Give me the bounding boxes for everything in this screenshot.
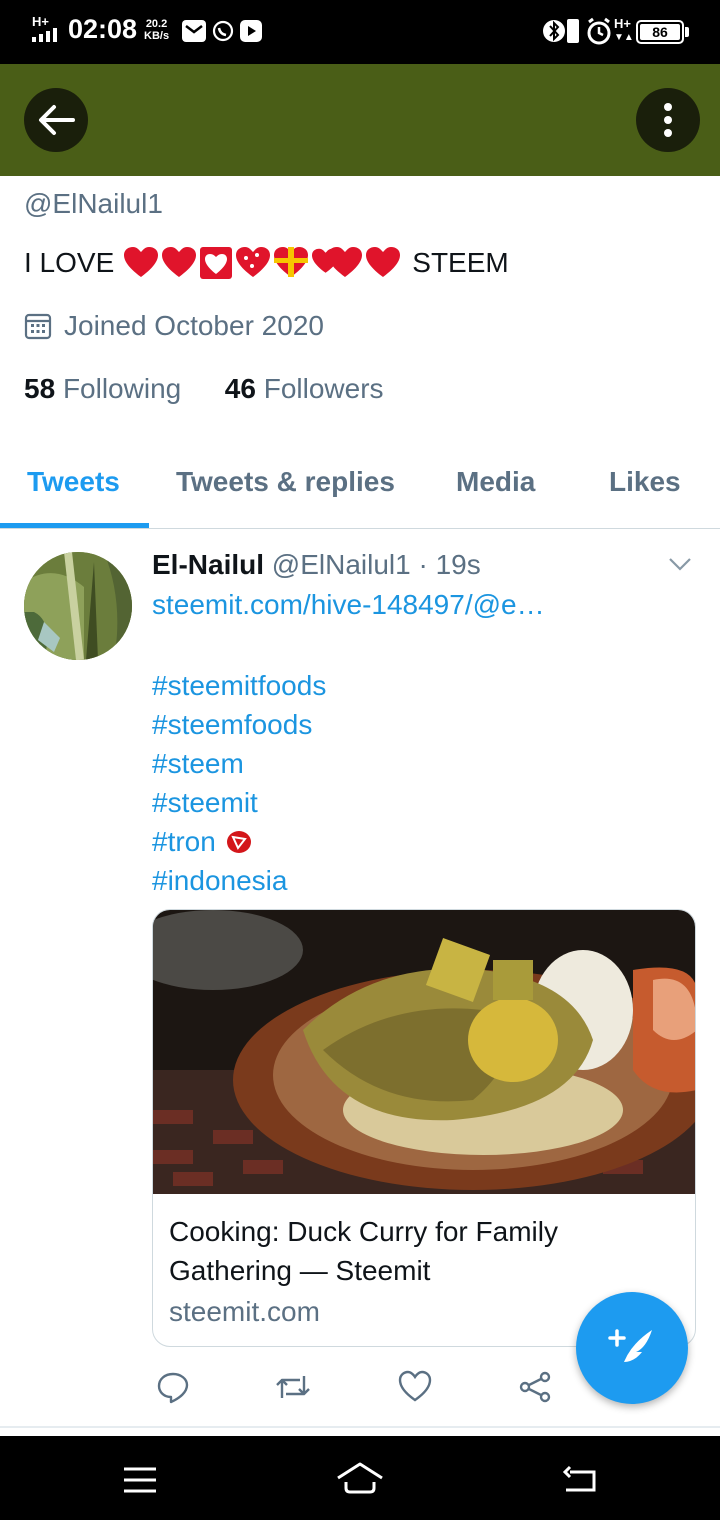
joined-date: Joined October 2020 — [24, 310, 324, 342]
home-icon[interactable] — [336, 1460, 384, 1496]
profile-header — [0, 64, 720, 176]
following-link[interactable]: 58 Following — [24, 373, 181, 404]
retweet-icon[interactable] — [274, 1370, 312, 1404]
tweet-author-name[interactable]: El-Nailul — [152, 549, 264, 580]
avatar[interactable] — [24, 552, 132, 660]
battery: 86 — [636, 20, 684, 44]
hashtag[interactable]: #indonesia — [152, 861, 326, 900]
tweet-divider — [0, 1426, 720, 1428]
battery-tip — [685, 27, 689, 37]
alarm-icon — [587, 17, 611, 45]
profile-tabs: Tweets Tweets & replies Media Likes — [0, 436, 720, 529]
bio-text-end: STEEM — [412, 247, 509, 278]
like-icon[interactable] — [398, 1370, 432, 1404]
back-nav-icon[interactable] — [562, 1464, 598, 1496]
whatsapp-icon — [212, 20, 234, 42]
profile-bio: I LOVE STEEM — [24, 246, 509, 280]
follow-stats: 58 Following 46 Followers — [24, 373, 384, 405]
hashtag[interactable]: #steem — [152, 744, 326, 783]
back-button[interactable] — [24, 88, 88, 152]
tab-tweets-replies[interactable]: Tweets & replies — [176, 466, 395, 498]
tron-icon — [226, 830, 251, 853]
compose-icon — [608, 1329, 652, 1368]
followers-link[interactable]: 46 Followers — [225, 373, 384, 404]
profile-handle: @ElNailul1 — [24, 188, 163, 219]
card-title: Cooking: Duck Curry for Family Gathering… — [169, 1216, 558, 1286]
hashtag[interactable]: #steemfoods — [152, 705, 326, 744]
active-tab-indicator — [0, 523, 149, 528]
hearts-icon — [124, 247, 401, 279]
reply-icon[interactable] — [156, 1370, 190, 1404]
tweet-hashtags: #steemitfoods #steemfoods #steem #steemi… — [152, 666, 326, 900]
menu-icon[interactable] — [122, 1466, 158, 1494]
joined-text: Joined October 2020 — [64, 310, 324, 341]
network-indicator: H+ — [32, 15, 58, 44]
bluetooth-icon — [543, 20, 565, 42]
clock: 02:08 — [68, 14, 138, 44]
status-bar: H+ 02:08 20.2 KB/s H+ ▼▲ 86 — [0, 0, 720, 64]
chevron-down-icon[interactable] — [668, 556, 692, 572]
link-card[interactable]: Cooking: Duck Curry for Family Gathering… — [152, 909, 696, 1347]
hashtag[interactable]: #tron — [152, 822, 326, 861]
more-options-button[interactable] — [636, 88, 700, 152]
mail-icon — [182, 20, 206, 42]
card-domain: steemit.com — [169, 1296, 320, 1327]
signal-icon — [32, 28, 57, 42]
tab-tweets[interactable]: Tweets — [27, 466, 120, 498]
system-nav-bar — [0, 1436, 720, 1520]
vibrate-icon — [567, 19, 579, 43]
tweet-link[interactable]: steemit.com/hive-148497/@e… — [152, 589, 545, 621]
tweet-time: · 19s — [418, 549, 481, 580]
card-image — [153, 910, 695, 1194]
hashtag[interactable]: #steemitfoods — [152, 666, 326, 705]
share-icon[interactable] — [518, 1370, 552, 1404]
hashtag[interactable]: #steemit — [152, 783, 326, 822]
bio-text-start: I LOVE — [24, 247, 115, 278]
compose-tweet-button[interactable] — [576, 1292, 688, 1404]
tab-media[interactable]: Media — [456, 466, 535, 498]
network-speed: 20.2 KB/s — [144, 18, 170, 42]
network-type-right: H+ ▼▲ — [614, 16, 634, 43]
heart-emojis — [124, 246, 401, 280]
youtube-icon — [240, 20, 262, 42]
calendar-icon — [24, 313, 52, 340]
tweet-header: El-Nailul @ElNailul1 · 19s — [152, 549, 481, 581]
more-vertical-icon — [664, 103, 672, 137]
tab-likes[interactable]: Likes — [609, 466, 681, 498]
battery-level: 86 — [640, 24, 680, 40]
back-arrow-icon — [39, 105, 75, 135]
tweet-author-handle[interactable]: @ElNailul1 — [272, 549, 411, 580]
